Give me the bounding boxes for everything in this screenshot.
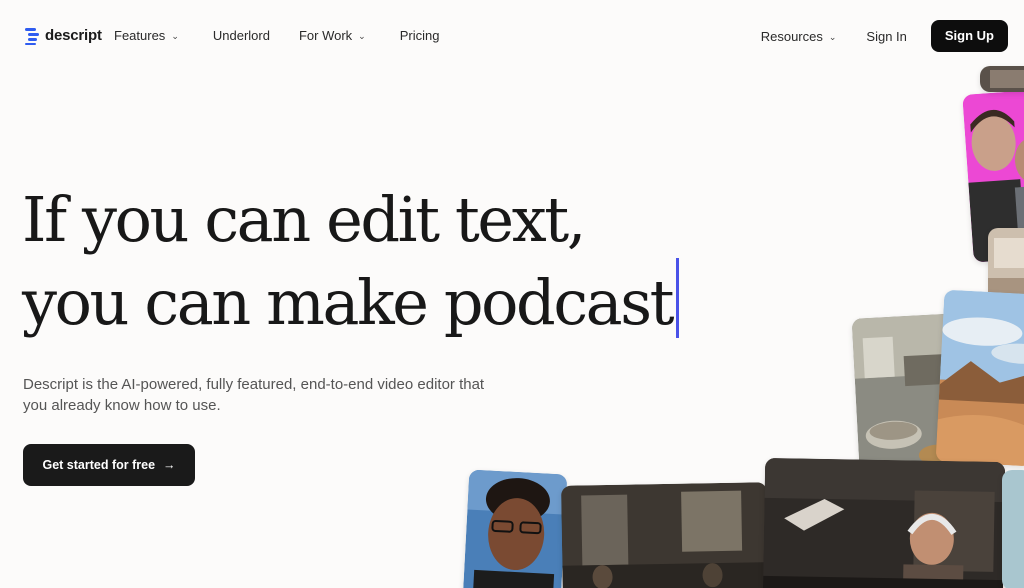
nav-item-pricing[interactable]: Pricing (400, 28, 440, 43)
photo-man-with-glasses-portrait (462, 469, 568, 588)
nav-item-underlord[interactable]: Underlord (213, 28, 270, 43)
chevron-down-icon: ⌄ (828, 31, 837, 42)
get-started-button[interactable]: Get started for free → (23, 444, 195, 486)
photo-woman-with-headphones-at-desk (762, 457, 1006, 588)
nav-item-features[interactable]: Features ⌄ (114, 28, 179, 43)
logo[interactable]: descript (25, 26, 102, 45)
photo-top-right-strip (980, 66, 1024, 92)
chevron-down-icon: ⌄ (358, 31, 366, 41)
signin-link[interactable]: Sign In (866, 29, 906, 44)
nav-right: Resources ⌄ Sign In Sign Up (761, 20, 1008, 52)
nav-item-label: For Work (298, 28, 353, 43)
photo-right-edge-strip (1002, 470, 1024, 588)
hero-subtext: Descript is the AI-powered, fully featur… (23, 376, 485, 414)
nav-links: Features ⌄ Underlord For Work ⌄ Pricing (114, 28, 439, 43)
page: descript Features ⌄ Underlord For Work ⌄… (0, 0, 1024, 588)
nav-item-label: Features (114, 28, 166, 43)
headline-line-2-text: you can make podcast (22, 266, 675, 339)
chevron-down-icon: ⌄ (171, 31, 179, 41)
nav-item-label: Underlord (212, 28, 270, 43)
nav-item-label: Pricing (399, 28, 440, 43)
headline-line-1: If you can edit text, (22, 183, 586, 256)
photo-desert-landscape (935, 289, 1024, 467)
nav-item-for-work[interactable]: For Work ⌄ (299, 28, 366, 43)
cta-label: Get started for free (42, 458, 156, 472)
logo-text: descript (45, 26, 102, 44)
signup-button[interactable]: Sign Up (930, 20, 1008, 52)
headline-line-2: you can make podcast (22, 258, 680, 341)
nav-item-label: Resources (760, 28, 823, 44)
text-caret (676, 258, 680, 338)
nav-item-resources[interactable]: Resources ⌄ (761, 29, 837, 44)
descript-logo-icon (25, 26, 39, 45)
photo-dim-living-room-scene (560, 482, 770, 588)
arrow-right-icon: → (163, 458, 176, 472)
hero-headline: If you can edit text, you can make podca… (22, 182, 680, 341)
top-nav: descript Features ⌄ Underlord For Work ⌄… (0, 0, 1024, 72)
